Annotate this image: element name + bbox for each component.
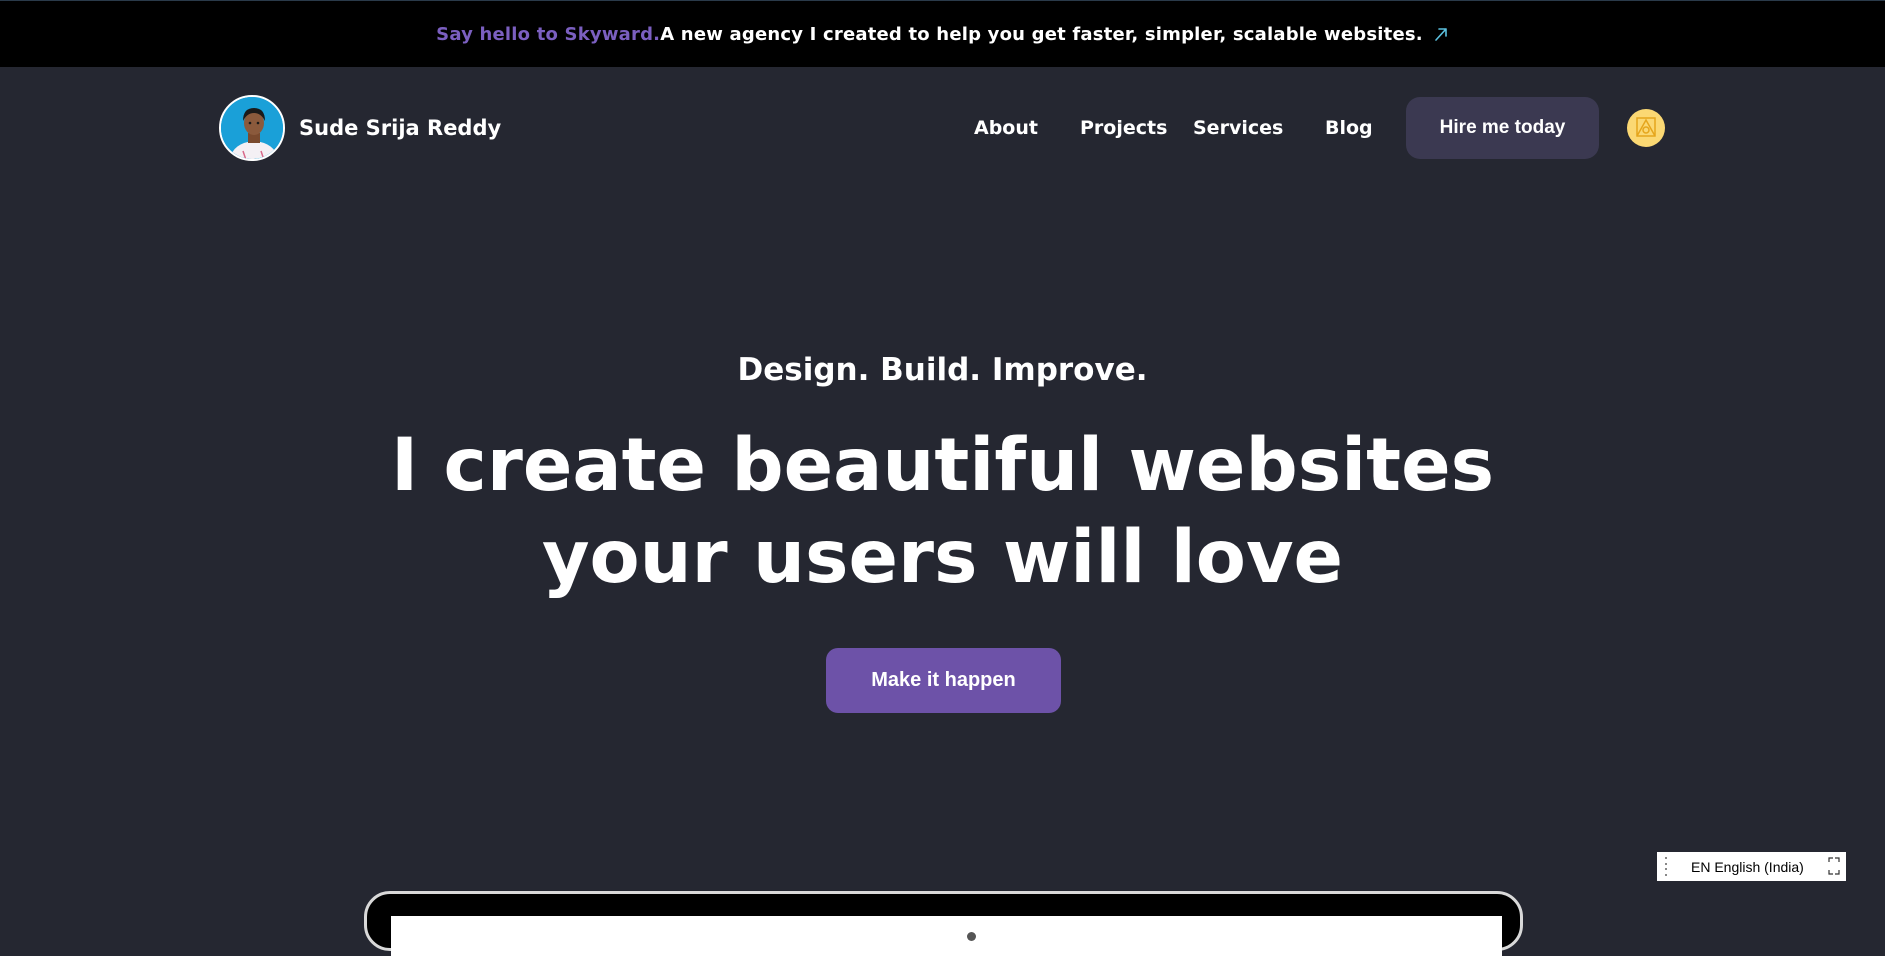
main-nav: About Projects Services Blog: [0, 117, 1885, 147]
theme-toggle-icon: [1633, 114, 1659, 143]
language-label: EN English (India): [1691, 858, 1804, 875]
nav-link-about[interactable]: About: [974, 117, 1038, 139]
drag-handle-icon[interactable]: [1661, 856, 1671, 878]
camera-dot-icon: [967, 932, 976, 941]
hero-kicker: Design. Build. Improve.: [737, 352, 1148, 388]
nav-link-projects[interactable]: Projects: [1080, 117, 1167, 139]
nav-link-blog[interactable]: Blog: [1325, 117, 1373, 139]
announcement-message: A new agency I created to help you get f…: [660, 23, 1423, 45]
nav-link-services[interactable]: Services: [1193, 117, 1283, 139]
arrow-up-right-icon[interactable]: [1433, 26, 1449, 42]
announcement-bar: Say hello to Skyward. A new agency I crea…: [0, 0, 1885, 67]
hero-title: I create beautiful websites your users w…: [0, 420, 1885, 604]
expand-icon[interactable]: [1828, 857, 1840, 875]
device-screen: [391, 916, 1502, 956]
announcement-highlight[interactable]: Say hello to Skyward.: [436, 24, 660, 45]
device-mockup: [364, 891, 1523, 956]
hero-title-line-2: your users will love: [541, 515, 1344, 600]
hero-title-line-1: I create beautiful websites: [390, 423, 1495, 508]
theme-toggle-button[interactable]: [1627, 109, 1665, 147]
make-it-happen-button[interactable]: Make it happen: [826, 648, 1061, 713]
hire-me-button[interactable]: Hire me today: [1406, 97, 1599, 159]
site-header: Sude Srija Reddy About Projects Services…: [0, 67, 1885, 187]
language-widget[interactable]: EN English (India): [1657, 852, 1846, 881]
